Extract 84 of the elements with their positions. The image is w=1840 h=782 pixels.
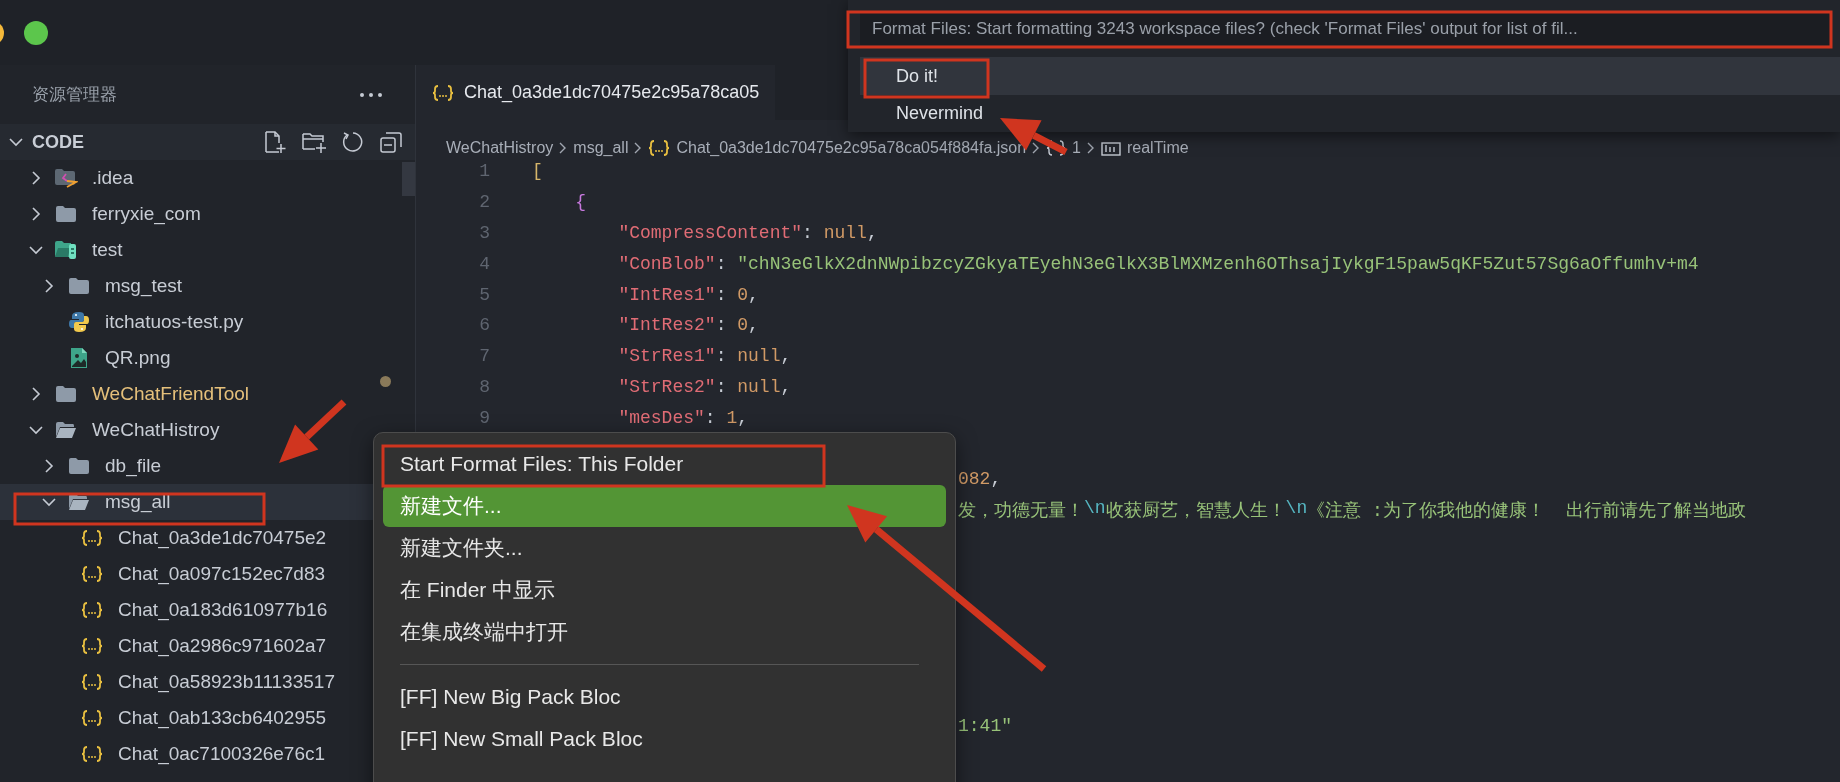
file-tree-item[interactable]: WeChatFriendTool — [28, 376, 249, 412]
quick-pick-item[interactable]: Do it! — [860, 57, 1840, 95]
field-icon — [1101, 140, 1121, 156]
json-file-icon — [81, 601, 103, 619]
python-icon — [68, 311, 90, 333]
file-tree-item[interactable]: Chat_0a3de1dc70475e2 — [54, 520, 327, 556]
json-file-icon — [81, 529, 103, 547]
breadcrumb-item[interactable]: msg_all — [573, 139, 629, 157]
context-menu-item[interactable]: 在集成终端中打开 — [383, 611, 946, 653]
line-number: 4 — [478, 253, 491, 274]
folder-icon — [68, 457, 90, 475]
command-input[interactable]: Format Files: Start formatting 3243 workspace files? (check 'Format Files' output for list of fil... — [860, 12, 1832, 46]
refresh-icon — [341, 130, 365, 154]
context-menu-item[interactable]: 在 Finder 中显示 — [383, 569, 946, 611]
file-tree-item[interactable]: QR.png — [41, 340, 171, 376]
file-tree-item[interactable]: .idea — [28, 160, 134, 196]
explorer-title: 资源管理器 — [32, 84, 117, 106]
breadcrumb-item[interactable]: Chat_0a3de1dc70475e2c95a78ca054f884fa.json — [648, 139, 1027, 157]
file-tree-item[interactable]: itchatuos-test.py — [41, 304, 244, 340]
workspace-header[interactable]: CODE — [0, 124, 415, 160]
code-line: [ — [532, 161, 543, 182]
json-file-icon — [81, 709, 103, 727]
line-number: 1 — [478, 161, 491, 182]
folder-icon — [68, 277, 90, 295]
file-tree-item[interactable]: test — [28, 232, 123, 268]
code-line: { — [574, 192, 586, 213]
code-line: 082, — [958, 469, 1002, 490]
code-line: "IntRes1": 0, — [617, 284, 759, 305]
file-tree-item[interactable]: Chat_0a183d610977b16 — [54, 592, 328, 628]
file-tree-item[interactable]: WeChatHistroy — [28, 412, 220, 448]
file-tree-item[interactable]: Chat_0a58923b11133517 — [54, 664, 335, 700]
editor-tab[interactable]: Chat_0a3de1dc70475e2c95a78ca05 — [416, 65, 776, 120]
context-menu-item[interactable]: 新建文件夹... — [383, 527, 946, 569]
file-tree-item[interactable]: msg_test — [41, 268, 183, 304]
code-line: "CompressContent": null, — [617, 223, 878, 243]
file-tree-item[interactable]: Chat_0ac7100326e76c1 — [54, 736, 326, 772]
file-tree-item[interactable]: Chat_0ab133cb6402955 — [54, 700, 327, 736]
folder-icon — [55, 205, 77, 223]
open-folder-icon — [55, 421, 77, 439]
line-number: 6 — [478, 315, 491, 336]
line-number: 8 — [478, 376, 491, 397]
context-menu-item[interactable]: Start Format Files: This Folder — [383, 443, 946, 485]
annotation-arrow — [279, 399, 347, 463]
breadcrumb-item[interactable]: realTime — [1101, 139, 1189, 157]
quick-pick-item[interactable]: Nevermind — [860, 94, 1840, 132]
breadcrumb-item[interactable]: 1 — [1046, 139, 1081, 157]
code-line: 1:41" — [958, 715, 1012, 736]
idea-folder-icon — [54, 168, 78, 188]
file-tree-item[interactable]: ferryxie_com — [28, 196, 201, 232]
code-line: "IntRes2": 0, — [617, 315, 759, 336]
context-menu-item[interactable]: [FF] New Small Pack Bloc — [383, 718, 946, 760]
modified-dot — [380, 376, 391, 387]
line-number: 3 — [478, 223, 491, 243]
json-file-icon — [432, 83, 454, 102]
code-line: "ConBlob": "chN3eGlkX2dnNWpibzcyZGkyaTEyehN3eGlkX3BlMXMzenh6OThsajIykgF15paw5qKF5Zut57Sg6aOffumhv+m4 — [617, 253, 1699, 274]
line-number: 2 — [478, 192, 491, 213]
json-file-icon — [81, 637, 103, 655]
code-line: 发，功德无量！\n收获厨艺，智慧人生！\n《注意 :为了你我他的健康！ 出行前请先了解当地政 — [958, 498, 1747, 523]
image-file-icon — [69, 347, 89, 369]
file-tree-item[interactable]: db_file — [41, 448, 161, 484]
file-tree-item[interactable]: Chat_0a097c152ec7d83 — [54, 556, 326, 592]
code-line: "StrRes2": null, — [617, 376, 792, 397]
new-folder-icon — [301, 130, 327, 154]
line-number: 9 — [478, 407, 491, 428]
line-number: 7 — [478, 346, 491, 367]
json-file-icon — [81, 745, 103, 763]
context-menu-item[interactable]: [FF] New Big Pack Bloc — [383, 676, 946, 718]
more-actions-icon — [359, 91, 383, 98]
file-tree-item[interactable]: Chat_0a2986c971602a7 — [54, 628, 327, 664]
collapse-all-icon — [379, 130, 403, 154]
braces-icon — [1046, 140, 1067, 156]
context-menu-item[interactable]: 新建文件... — [383, 485, 946, 527]
window-zoom-button[interactable] — [24, 20, 48, 45]
folder-icon — [55, 385, 77, 403]
new-file-icon — [263, 130, 287, 154]
code-line: "StrRes1": null, — [617, 346, 792, 367]
code-line: "mesDes": 1, — [617, 407, 749, 428]
json-file-icon — [81, 673, 103, 691]
open-folder-icon — [68, 493, 90, 511]
json-file-icon — [81, 565, 103, 583]
breadcrumb-item[interactable]: WeChatHistroy — [446, 139, 554, 157]
line-number: 5 — [478, 284, 491, 305]
test-folder-icon — [54, 240, 78, 260]
json-file-icon — [648, 139, 671, 157]
